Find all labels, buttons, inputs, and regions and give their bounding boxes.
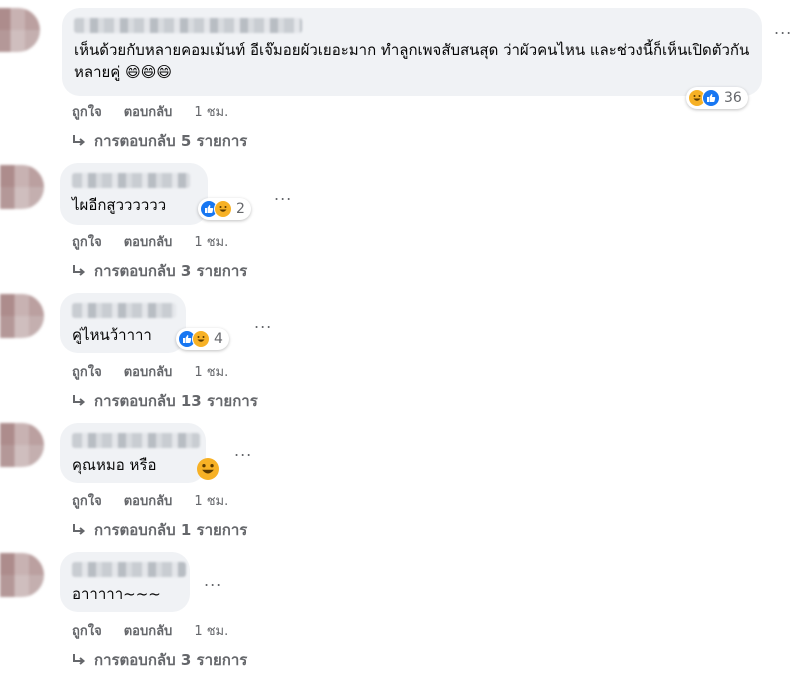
comment-bubble: คู่ไหนว้าาาา bbox=[60, 293, 186, 353]
more-options-button[interactable]: ... bbox=[204, 573, 222, 589]
like-button[interactable]: ถูกใจ bbox=[72, 361, 102, 382]
comment-actions: ถูกใจ ตอบกลับ 1 ชม. bbox=[72, 231, 250, 252]
reply-button[interactable]: ตอบกลับ bbox=[124, 101, 173, 122]
reply-arrow-icon bbox=[73, 654, 86, 665]
reply-button[interactable]: ตอบกลับ bbox=[124, 490, 173, 511]
replies-count-text: การตอบกลับ 3 รายการ bbox=[94, 262, 248, 280]
reply-arrow-icon bbox=[73, 395, 86, 406]
comment-text: เห็นด้วยกับหลายคอมเม้นท์ อีเจ๊มอยผัวเยอะ… bbox=[74, 41, 750, 81]
comment-actions: ถูกใจ ตอบกลับ 1 ชม. bbox=[72, 101, 250, 122]
commenter-name-blurred[interactable] bbox=[72, 433, 200, 448]
commenter-name-blurred[interactable] bbox=[72, 173, 190, 188]
replies-count-text: การตอบกลับ 3 รายการ bbox=[94, 651, 248, 669]
like-button[interactable]: ถูกใจ bbox=[72, 490, 102, 511]
reaction-summary[interactable]: 2 bbox=[198, 198, 251, 220]
comment-text: ไผอีกสูวววววว bbox=[72, 196, 167, 214]
view-replies-link[interactable]: การตอบกลับ 3 รายการ bbox=[72, 648, 247, 672]
view-replies-link[interactable]: การตอบกลับ 13 รายการ bbox=[72, 389, 258, 413]
comment-text: คุณหมอ หรือ bbox=[72, 456, 157, 474]
reply-arrow-icon bbox=[73, 135, 86, 146]
comment-actions: ถูกใจ ตอบกลับ 1 ชม. bbox=[72, 361, 250, 382]
comment-bubble: คุณหมอ หรือ bbox=[60, 423, 206, 483]
replies-count-text: การตอบกลับ 5 รายการ bbox=[94, 132, 248, 150]
commenter-name-blurred[interactable] bbox=[72, 303, 176, 318]
view-replies-link[interactable]: การตอบกลับ 1 รายการ bbox=[72, 518, 247, 542]
reaction-count: 2 bbox=[236, 201, 245, 217]
reaction-summary[interactable]: 36 bbox=[686, 87, 748, 109]
more-options-button[interactable]: ... bbox=[234, 443, 252, 459]
avatar[interactable] bbox=[0, 423, 44, 467]
like-button[interactable]: ถูกใจ bbox=[72, 620, 102, 641]
reply-arrow-icon bbox=[73, 524, 86, 535]
reply-button[interactable]: ตอบกลับ bbox=[124, 231, 173, 252]
reply-arrow-icon bbox=[73, 265, 86, 276]
haha-icon[interactable] bbox=[197, 458, 219, 480]
like-icon bbox=[702, 89, 720, 107]
comment-text: คู่ไหนว้าาาา bbox=[72, 326, 152, 344]
comment-bubble: อาาาาา~~~ bbox=[60, 552, 190, 612]
reaction-count: 4 bbox=[214, 331, 223, 347]
timestamp[interactable]: 1 ชม. bbox=[194, 231, 228, 252]
replies-count-text: การตอบกลับ 1 รายการ bbox=[94, 521, 248, 539]
like-button[interactable]: ถูกใจ bbox=[72, 101, 102, 122]
timestamp[interactable]: 1 ชม. bbox=[194, 620, 228, 641]
haha-icon bbox=[214, 200, 232, 218]
more-options-button[interactable]: ... bbox=[274, 187, 292, 203]
more-options-button[interactable]: ... bbox=[774, 21, 792, 37]
view-replies-link[interactable]: การตอบกลับ 5 รายการ bbox=[72, 129, 247, 153]
reply-button[interactable]: ตอบกลับ bbox=[124, 361, 173, 382]
comment-actions: ถูกใจ ตอบกลับ 1 ชม. bbox=[72, 490, 250, 511]
like-button[interactable]: ถูกใจ bbox=[72, 231, 102, 252]
timestamp[interactable]: 1 ชม. bbox=[194, 101, 228, 122]
commenter-name-blurred[interactable] bbox=[72, 562, 186, 577]
comment-bubble: เห็นด้วยกับหลายคอมเม้นท์ อีเจ๊มอยผัวเยอะ… bbox=[62, 8, 762, 96]
more-options-button[interactable]: ... bbox=[254, 315, 272, 331]
commenter-name-blurred[interactable] bbox=[74, 18, 302, 33]
reply-button[interactable]: ตอบกลับ bbox=[124, 620, 173, 641]
timestamp[interactable]: 1 ชม. bbox=[194, 490, 228, 511]
avatar[interactable] bbox=[0, 553, 44, 597]
timestamp[interactable]: 1 ชม. bbox=[194, 361, 228, 382]
view-replies-link[interactable]: การตอบกลับ 3 รายการ bbox=[72, 259, 247, 283]
avatar[interactable] bbox=[0, 294, 44, 338]
reaction-summary[interactable]: 4 bbox=[176, 328, 229, 350]
avatar[interactable] bbox=[0, 8, 40, 52]
replies-count-text: การตอบกลับ 13 รายการ bbox=[94, 392, 258, 410]
comment-bubble: ไผอีกสูวววววว bbox=[60, 163, 208, 225]
comment-text: อาาาาา~~~ bbox=[72, 585, 161, 603]
haha-icon bbox=[192, 330, 210, 348]
reaction-count: 36 bbox=[724, 90, 742, 106]
avatar[interactable] bbox=[0, 165, 44, 209]
comment-actions: ถูกใจ ตอบกลับ 1 ชม. bbox=[72, 620, 250, 641]
